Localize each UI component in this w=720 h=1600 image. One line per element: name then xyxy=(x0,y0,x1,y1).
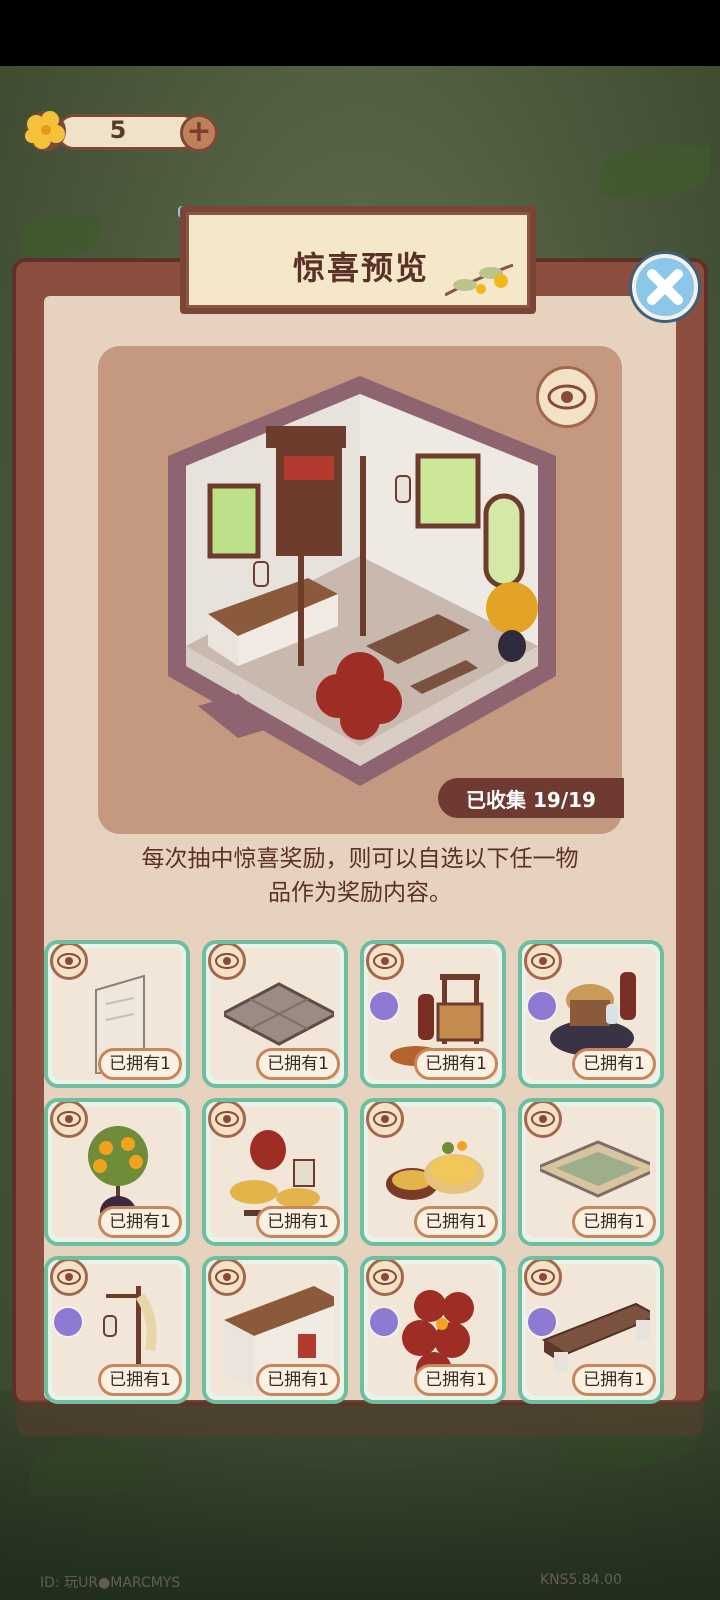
item-eye-button[interactable] xyxy=(366,944,404,980)
reward-item-scroll-painting[interactable]: 已拥有1 xyxy=(44,940,190,1088)
item-eye-button[interactable] xyxy=(208,1102,246,1138)
item-eye-button[interactable] xyxy=(50,1260,88,1296)
special-item-badge-icon xyxy=(52,1306,84,1338)
panel-shadow xyxy=(16,1400,704,1436)
reward-description: 每次抽中惊喜奖励，则可以自选以下任一物 品作为奖励内容。 xyxy=(100,842,620,910)
owned-count: 已拥有1 xyxy=(256,1048,340,1080)
osmanthus-flower-icon xyxy=(25,111,66,151)
item-eye-button[interactable] xyxy=(524,944,562,980)
eye-icon xyxy=(57,1269,81,1285)
watermark-right: KNS5.84.00 xyxy=(540,1572,622,1588)
watermark-left: ID: 玩UR●MARCMYS xyxy=(40,1575,181,1591)
reward-item-hotpot-table[interactable]: 已拥有1 xyxy=(518,940,664,1088)
osmanthus-branch-icon xyxy=(445,263,514,297)
item-eye-button[interactable] xyxy=(208,944,246,980)
item-eye-button[interactable] xyxy=(50,1102,88,1138)
currency-amount: 5 xyxy=(109,116,127,144)
special-item-badge-icon xyxy=(368,1306,400,1338)
preview-eye-button[interactable] xyxy=(536,366,598,428)
item-eye-button[interactable] xyxy=(366,1102,404,1138)
add-currency-button[interactable]: + xyxy=(180,114,218,152)
item-eye-button[interactable] xyxy=(50,944,88,980)
owned-count: 已拥有1 xyxy=(256,1206,340,1238)
owned-count: 已拥有1 xyxy=(98,1364,182,1396)
eye-icon xyxy=(531,1111,555,1127)
reward-item-stone-floor-tile[interactable]: 已拥有1 xyxy=(202,940,348,1088)
owned-count: 已拥有1 xyxy=(572,1364,656,1396)
description-line-2: 品作为奖励内容。 xyxy=(268,880,452,906)
eye-icon xyxy=(373,1111,397,1127)
eye-icon xyxy=(57,953,81,969)
eye-icon xyxy=(215,1111,239,1127)
eye-icon xyxy=(547,384,587,410)
owned-count: 已拥有1 xyxy=(98,1206,182,1238)
collected-progress-badge: 已收集 19/19 xyxy=(438,778,624,818)
currency-counter: 5 + xyxy=(18,108,218,154)
item-eye-button[interactable] xyxy=(366,1260,404,1296)
reward-item-osmanthus-tree-pot[interactable]: 已拥有1 xyxy=(44,1098,190,1246)
owned-count: 已拥有1 xyxy=(414,1364,498,1396)
reward-item-floor-rug[interactable]: 已拥有1 xyxy=(518,1098,664,1246)
eye-icon xyxy=(531,1269,555,1285)
special-item-badge-icon xyxy=(526,990,558,1022)
title-banner: 惊喜预览 xyxy=(180,206,536,314)
reward-item-counter-table[interactable]: 已拥有1 xyxy=(202,1256,348,1404)
description-line-1: 每次抽中惊喜奖励，则可以自选以下任一物 xyxy=(141,846,579,872)
reward-item-wooden-bench[interactable]: 已拥有1 xyxy=(518,1256,664,1404)
item-eye-button[interactable] xyxy=(208,1260,246,1296)
owned-count: 已拥有1 xyxy=(98,1048,182,1080)
owned-count: 已拥有1 xyxy=(414,1206,498,1238)
eye-icon xyxy=(57,1111,81,1127)
reward-item-lantern-pole[interactable]: 已拥有1 xyxy=(44,1256,190,1404)
item-eye-button[interactable] xyxy=(524,1102,562,1138)
owned-count: 已拥有1 xyxy=(572,1206,656,1238)
special-item-badge-icon xyxy=(526,1306,558,1338)
collected-label: 已收集 19/19 xyxy=(466,788,596,812)
reward-item-wine-jar-and-cakes[interactable]: 已拥有1 xyxy=(202,1098,348,1246)
eye-icon xyxy=(215,953,239,969)
eye-icon xyxy=(215,1269,239,1285)
reward-item-food-stall[interactable]: 已拥有1 xyxy=(360,940,506,1088)
eye-icon xyxy=(373,953,397,969)
reward-item-stacked-wine-jars[interactable]: 已拥有1 xyxy=(360,1256,506,1404)
close-icon xyxy=(647,269,683,305)
owned-count: 已拥有1 xyxy=(572,1048,656,1080)
owned-count: 已拥有1 xyxy=(414,1048,498,1080)
owned-count: 已拥有1 xyxy=(256,1364,340,1396)
reward-item-osmanthus-cakes[interactable]: 已拥有1 xyxy=(360,1098,506,1246)
reward-item-grid: 已拥有1 已拥有1 已拥有1 已拥有1 已拥有1 已拥有1 已拥有1 已拥有1 … xyxy=(44,940,680,1404)
status-bar xyxy=(0,0,720,66)
eye-icon xyxy=(373,1269,397,1285)
close-button[interactable] xyxy=(632,254,698,320)
eye-icon xyxy=(531,953,555,969)
special-item-badge-icon xyxy=(368,990,400,1022)
item-eye-button[interactable] xyxy=(524,1260,562,1296)
